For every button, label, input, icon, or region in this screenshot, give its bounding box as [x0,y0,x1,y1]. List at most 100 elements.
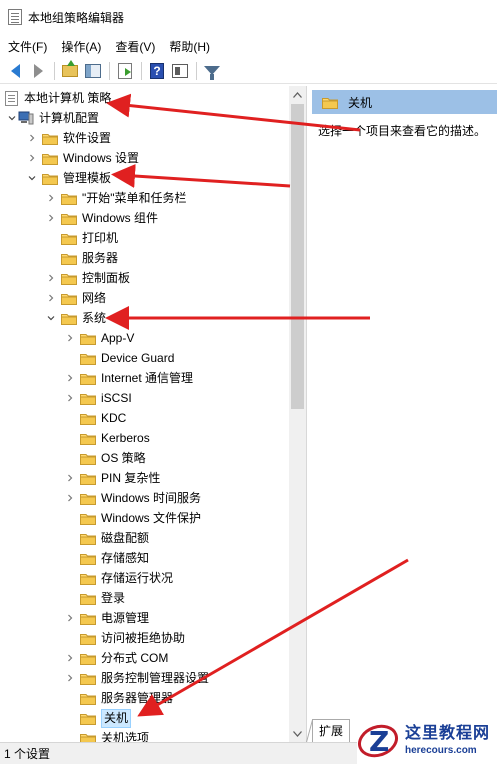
tree-item-system-child[interactable]: OS 策略 [0,448,289,468]
tree-item-system-child[interactable]: Internet 通信管理 [0,368,289,388]
tree-item-printers[interactable]: 打印机 [0,228,289,248]
tree-item-system-child[interactable]: 分布式 COM [0,648,289,668]
tree-item-system-child[interactable]: 电源管理 [0,608,289,628]
forward-icon [33,63,43,78]
tree-item-system-child[interactable]: 关机选项 [0,728,289,742]
tree-item-system-child[interactable]: KDC [0,408,289,428]
tree-item-system-child[interactable]: App-V [0,328,289,348]
chevron-down-icon[interactable] [45,312,57,324]
tree-item-windows-settings[interactable]: Windows 设置 [0,148,289,168]
chevron-right-icon[interactable] [64,492,76,504]
tree-item-system-child[interactable]: 磁盘配额 [0,528,289,548]
tree-item-admin-templates[interactable]: 管理模板 [0,168,289,188]
toolbar: ? [0,58,497,84]
menu-help[interactable]: 帮助(H) [169,38,210,55]
help-button[interactable]: ? [146,60,168,82]
tree-item-system-child[interactable]: 登录 [0,588,289,608]
folder-icon [80,652,96,665]
scrollbar-thumb[interactable] [291,104,304,409]
tree-item-system-child[interactable]: Windows 时间服务 [0,488,289,508]
chevron-down-icon[interactable] [26,172,38,184]
chevron-right-icon[interactable] [45,212,57,224]
tree-label: Kerberos [101,430,150,445]
tree-item-control-panel[interactable]: 控制面板 [0,268,289,288]
tree-scrollbar[interactable] [289,86,306,742]
folder-icon [80,732,96,742]
tree-item-system[interactable]: 系统 [0,308,289,328]
tree-item-server[interactable]: 服务器 [0,248,289,268]
chevron-right-icon[interactable] [45,192,57,204]
tree-item-root[interactable]: 本地计算机 策略 [0,88,289,108]
folder-icon [80,452,96,465]
chevron-right-icon[interactable] [45,272,57,284]
tree-item-system-child[interactable]: Kerberos [0,428,289,448]
tree-item-computer-config[interactable]: 计算机配置 [0,108,289,128]
forward-button[interactable] [27,60,49,82]
help-icon: ? [150,62,164,79]
tree-item-system-child[interactable]: Device Guard [0,348,289,368]
back-button[interactable] [4,60,26,82]
chevron-right-icon[interactable] [64,472,76,484]
up-one-level-button[interactable] [59,59,81,82]
export-list-button[interactable] [114,60,136,82]
tree-pane[interactable]: 本地计算机 策略 计算机配置 软件设置 Windows 设置 管理模板 "开始"… [0,86,307,742]
status-text: 1 个设置 [4,747,51,761]
toolbar-separator [54,61,55,80]
chevron-right-icon[interactable] [64,652,76,664]
tree-item-system-child[interactable]: iSCSI [0,388,289,408]
folder-icon [80,532,96,545]
chevron-down-icon[interactable] [6,112,18,124]
toolbar-separator [109,61,110,80]
tree-label: 服务器管理器 [101,690,174,705]
folder-icon [61,252,77,265]
chevron-right-icon[interactable] [26,132,38,144]
tree-item-system-child[interactable]: 关机 [0,708,289,728]
scroll-down-arrow-icon[interactable] [289,725,306,742]
tree-item-system-child[interactable]: 存储运行状况 [0,568,289,588]
tree-item-system-child[interactable]: PIN 复杂性 [0,468,289,488]
menu-action[interactable]: 操作(A) [61,38,101,55]
chevron-right-icon[interactable] [45,292,57,304]
chevron-right-icon[interactable] [64,332,76,344]
tree-item-start-menu[interactable]: "开始"菜单和任务栏 [0,188,289,208]
tree-item-network[interactable]: 网络 [0,288,289,308]
folder-icon [80,552,96,565]
chevron-right-icon[interactable] [64,672,76,684]
tree-label: 本地计算机 策略 [24,90,112,105]
tree-item-system-child[interactable]: 访问被拒绝协助 [0,628,289,648]
tree-item-system-child[interactable]: Windows 文件保护 [0,508,289,528]
menu-file[interactable]: 文件(F) [8,38,47,55]
chevron-right-icon[interactable] [64,392,76,404]
folder-icon [42,172,58,185]
detail-header-title: 关机 [348,95,373,110]
view-button[interactable] [169,60,191,82]
scroll-up-arrow-icon[interactable] [289,86,306,103]
window-title: 本地组策略编辑器 [28,10,125,25]
tree-label: Windows 组件 [82,210,159,225]
menu-view[interactable]: 查看(V) [115,38,155,55]
tree-item-system-child[interactable]: 存储感知 [0,548,289,568]
watermark-text: 这里教程网 herecours.com [405,724,490,756]
tab-extended[interactable]: 扩展 [312,719,351,742]
chevron-right-icon[interactable] [64,612,76,624]
chevron-right-icon[interactable] [64,372,76,384]
filter-button[interactable] [201,60,223,82]
chevron-right-icon[interactable] [26,152,38,164]
tree-item-system-child[interactable]: 服务控制管理器设置 [0,668,289,688]
tree-label: 控制面板 [82,270,131,285]
tree-item-system-child[interactable]: 服务器管理器 [0,688,289,708]
back-icon [10,63,20,78]
folder-icon [80,572,96,585]
folder-icon [42,132,58,145]
tree-item-software-settings[interactable]: 软件设置 [0,128,289,148]
watermark-url: herecours.com [405,744,477,756]
tree-label: 登录 [101,590,126,605]
tree-label: 磁盘配额 [101,530,150,545]
tree-item-windows-components[interactable]: Windows 组件 [0,208,289,228]
show-hide-tree-button[interactable] [82,60,104,82]
